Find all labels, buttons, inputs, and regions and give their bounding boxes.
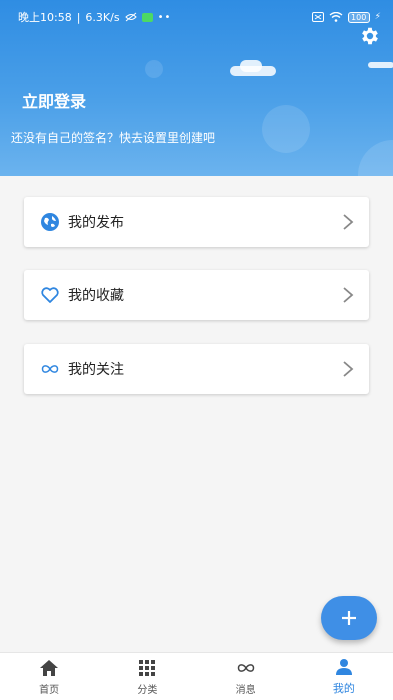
nav-item-messages[interactable]: 消息 bbox=[197, 653, 295, 700]
more-notifications-icon: •• bbox=[157, 11, 172, 23]
status-bar: 晚上10:58 | 6.3K/s •• 100 ⚡ bbox=[0, 0, 393, 34]
chevron-right-icon bbox=[343, 214, 354, 230]
status-divider: | bbox=[76, 10, 81, 24]
menu-item-my-posts[interactable]: 我的发布 bbox=[24, 197, 369, 247]
settings-gear-icon[interactable] bbox=[359, 25, 381, 47]
menu-item-my-follows[interactable]: 我的关注 bbox=[24, 344, 369, 394]
signature-text: 还没有自己的签名？快去设置里创建吧 bbox=[11, 131, 216, 145]
infinity-icon bbox=[40, 359, 60, 379]
nav-label: 消息 bbox=[235, 684, 256, 696]
add-post-button[interactable] bbox=[321, 596, 377, 640]
nav-label: 我的 bbox=[332, 682, 355, 695]
login-button[interactable]: 立即登录 bbox=[22, 88, 86, 112]
grid-icon bbox=[137, 658, 157, 678]
menu-item-label: 我的收藏 bbox=[68, 288, 124, 304]
nav-label: 首页 bbox=[39, 684, 60, 696]
decor-bubble bbox=[145, 60, 163, 78]
nav-item-mine[interactable]: 我的 bbox=[295, 653, 393, 700]
menu-item-label: 我的发布 bbox=[68, 215, 124, 231]
charging-icon: ⚡ bbox=[374, 12, 381, 22]
chevron-right-icon bbox=[343, 287, 354, 303]
nav-item-home[interactable]: 首页 bbox=[0, 653, 98, 700]
battery-icon: 100 bbox=[347, 11, 370, 23]
wifi-icon bbox=[329, 12, 343, 22]
status-speed: 6.3K/s bbox=[85, 10, 120, 24]
chevron-right-icon bbox=[343, 361, 354, 377]
decor-cloud bbox=[240, 60, 262, 72]
nav-item-categories[interactable]: 分类 bbox=[98, 653, 196, 700]
status-time: 晚上10:58 bbox=[18, 11, 72, 24]
profile-header: 晚上10:58 | 6.3K/s •• 100 ⚡ 立即登录 还没有自己的签名？… bbox=[0, 0, 393, 176]
plus-icon bbox=[342, 611, 356, 625]
wechat-notification-icon bbox=[141, 12, 153, 22]
globe-icon bbox=[40, 212, 60, 232]
decor-cloud bbox=[368, 62, 393, 68]
nav-label: 分类 bbox=[137, 684, 158, 696]
mute-icon bbox=[124, 12, 137, 22]
decor-bubble bbox=[358, 140, 393, 176]
heart-icon bbox=[40, 285, 60, 305]
home-icon bbox=[39, 658, 59, 678]
bottom-nav: 首页 分类 消息 我的 bbox=[0, 652, 393, 700]
person-icon bbox=[334, 657, 354, 677]
decor-bubble bbox=[262, 105, 310, 153]
menu-item-my-favorites[interactable]: 我的收藏 bbox=[24, 270, 369, 320]
infinity-icon bbox=[236, 658, 256, 678]
menu-item-label: 我的关注 bbox=[68, 362, 124, 378]
sim-icon bbox=[311, 12, 324, 22]
